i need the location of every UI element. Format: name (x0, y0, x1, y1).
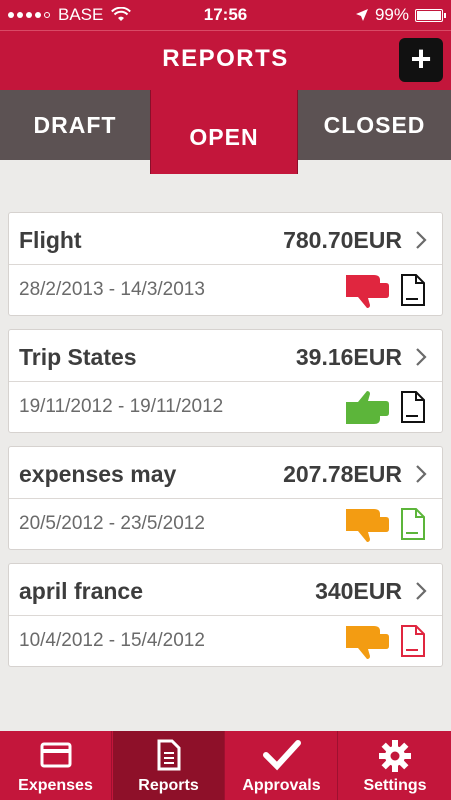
report-name: april france (19, 578, 143, 604)
report-name: Trip States (19, 344, 137, 370)
chevron-right-icon (416, 465, 427, 483)
report-name: Flight (19, 227, 82, 253)
thumbs-down-icon (346, 275, 389, 308)
status-bar: BASE 17:56 99% (0, 0, 451, 30)
report-amount: 39.16EUR (295, 344, 402, 370)
report-amount: 340EUR (315, 578, 402, 604)
report-card[interactable]: expenses may 207.78EUR 20/5/2012 - 23/5/… (8, 446, 443, 550)
report-dates: 19/11/2012 - 19/11/2012 (19, 396, 224, 417)
chevron-right-icon (416, 582, 427, 600)
nav-expenses[interactable]: Expenses (0, 731, 112, 800)
location-arrow-icon (355, 9, 368, 21)
card-icon (40, 742, 71, 768)
thumbs-up-icon (346, 391, 389, 424)
document-icon (157, 739, 180, 771)
report-amount: 780.70EUR (283, 227, 402, 253)
checkmark-icon (262, 740, 301, 771)
document-icon (401, 274, 425, 306)
report-card[interactable]: Trip States 39.16EUR 19/11/2012 - 19/11/… (8, 329, 443, 433)
thumbs-down-icon (346, 626, 389, 659)
nav-settings[interactable]: Settings (339, 731, 451, 800)
report-dates: 20/5/2012 - 23/5/2012 (19, 513, 205, 534)
nav-label: Settings (363, 777, 427, 794)
report-card[interactable]: april france 340EUR 10/4/2012 - 15/4/201… (8, 563, 443, 667)
gear-icon (379, 740, 411, 772)
document-icon (401, 508, 425, 540)
nav-label: Reports (138, 777, 199, 794)
report-header-row[interactable]: expenses may 207.78EUR (9, 447, 442, 499)
bottom-navigation: Expenses Reports Approvals Settings (0, 731, 451, 800)
report-name: expenses may (19, 461, 177, 487)
report-header-row[interactable]: Trip States 39.16EUR (9, 330, 442, 382)
nav-approvals[interactable]: Approvals (226, 731, 338, 800)
battery-percentage: 99% (374, 5, 409, 24)
page-title: REPORTS (162, 45, 289, 72)
tab-open[interactable]: OPEN (150, 90, 298, 174)
report-amount: 207.78EUR (283, 461, 402, 487)
nav-reports[interactable]: Reports (113, 731, 225, 800)
nav-label: Approvals (242, 777, 321, 794)
add-report-button[interactable]: + (399, 38, 443, 82)
app-header: REPORTS + (0, 30, 451, 90)
tab-draft[interactable]: DRAFT (0, 90, 150, 160)
thumbs-down-icon (346, 509, 389, 542)
document-icon (401, 625, 425, 657)
tab-closed[interactable]: CLOSED (298, 90, 451, 160)
report-header-row[interactable]: april france 340EUR (9, 564, 442, 616)
report-header-row[interactable]: Flight 780.70EUR (9, 213, 442, 265)
chevron-right-icon (416, 231, 427, 249)
battery-icon (415, 8, 446, 22)
document-icon (401, 391, 425, 423)
chevron-right-icon (416, 348, 427, 366)
report-dates: 28/2/2013 - 14/3/2013 (19, 279, 205, 300)
report-dates: 10/4/2012 - 15/4/2012 (19, 630, 205, 651)
nav-label: Expenses (18, 777, 93, 794)
report-card[interactable]: Flight 780.70EUR 28/2/2013 - 14/3/2013 (8, 212, 443, 316)
report-tabs: DRAFT CLOSED OPEN (0, 90, 451, 174)
